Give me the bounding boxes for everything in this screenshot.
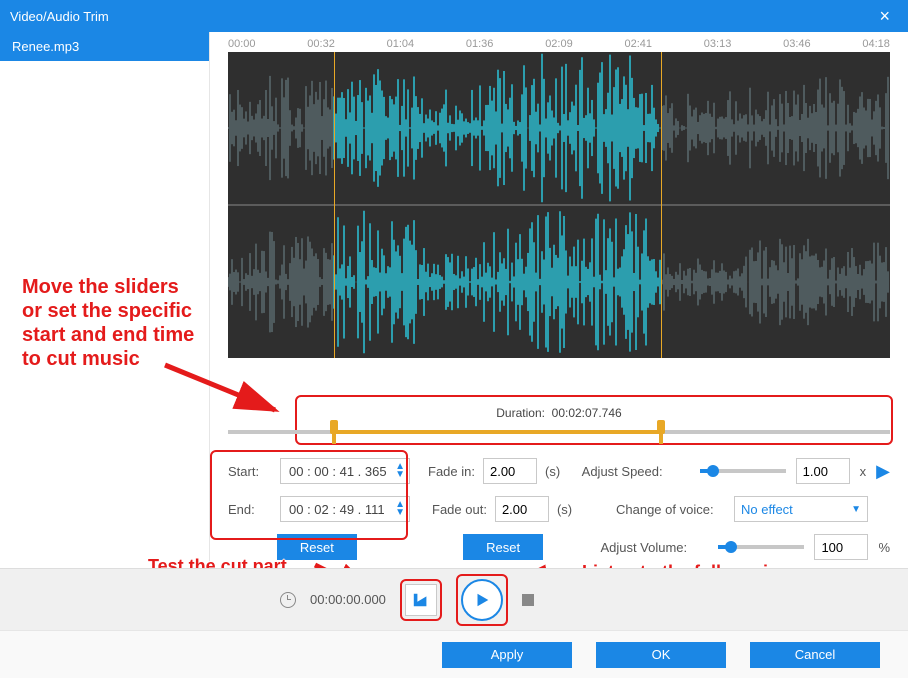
fadein-input[interactable] (483, 458, 537, 484)
window-title: Video/Audio Trim (10, 9, 109, 24)
volume-unit: % (878, 540, 890, 555)
stop-button[interactable] (522, 594, 534, 606)
speed-unit: x (860, 464, 867, 479)
volume-slider[interactable] (718, 545, 804, 549)
reset-fade-button[interactable]: Reset (463, 534, 543, 560)
end-label: End: (228, 502, 270, 517)
spinner-icon[interactable]: ▲▼ (395, 463, 405, 479)
trim-start-marker[interactable] (334, 52, 335, 358)
play-selection-button[interactable] (405, 584, 437, 616)
trim-end-marker[interactable] (661, 52, 662, 358)
play-time: 00:00:00.000 (310, 592, 386, 607)
voice-label: Change of voice: (616, 502, 724, 517)
start-time-input[interactable]: 00 : 00 : 41 . 365 ▲▼ (280, 458, 410, 484)
waveform[interactable] (228, 52, 890, 358)
annotation-box-test (400, 579, 442, 621)
ok-button[interactable]: OK (596, 642, 726, 668)
speed-preview-icon[interactable]: ▶ (876, 461, 890, 482)
timeline-ticks: 00:0000:3201:0401:3602:0902:4103:1303:46… (228, 32, 890, 52)
close-icon[interactable]: × (871, 6, 898, 27)
cancel-button[interactable]: Cancel (750, 642, 880, 668)
titlebar: Video/Audio Trim × (0, 0, 908, 32)
speed-label: Adjust Speed: (582, 464, 690, 479)
spinner-icon[interactable]: ▲▼ (395, 501, 405, 517)
volume-input[interactable] (814, 534, 868, 560)
apply-button[interactable]: Apply (442, 642, 572, 668)
file-sidebar: Renee.mp3 (0, 32, 210, 568)
file-item[interactable]: Renee.mp3 (0, 32, 209, 61)
fadein-label: Fade in: (428, 464, 475, 479)
start-label: Start: (228, 464, 270, 479)
reset-trim-button[interactable]: Reset (277, 534, 357, 560)
annotation-box-play (456, 574, 508, 626)
fadeout-input[interactable] (495, 496, 549, 522)
trim-handle-start[interactable] (327, 420, 341, 444)
trim-handle-end[interactable] (654, 420, 668, 444)
clock-icon (280, 592, 296, 608)
speed-slider[interactable] (700, 469, 786, 473)
playbar: 00:00:00.000 (0, 568, 908, 630)
speed-input[interactable] (796, 458, 850, 484)
play-button[interactable] (461, 579, 503, 621)
fade-unit: (s) (557, 502, 572, 517)
volume-label: Adjust Volume: (600, 540, 708, 555)
fadeout-label: Fade out: (432, 502, 487, 517)
fade-unit: (s) (545, 464, 560, 479)
end-time-input[interactable]: 00 : 02 : 49 . 111 ▲▼ (280, 496, 410, 522)
voice-select[interactable]: No effect▼ (734, 496, 868, 522)
trim-slider-selection (334, 430, 661, 434)
annotation-box-duration (295, 395, 893, 445)
footer: Apply OK Cancel (0, 630, 908, 678)
